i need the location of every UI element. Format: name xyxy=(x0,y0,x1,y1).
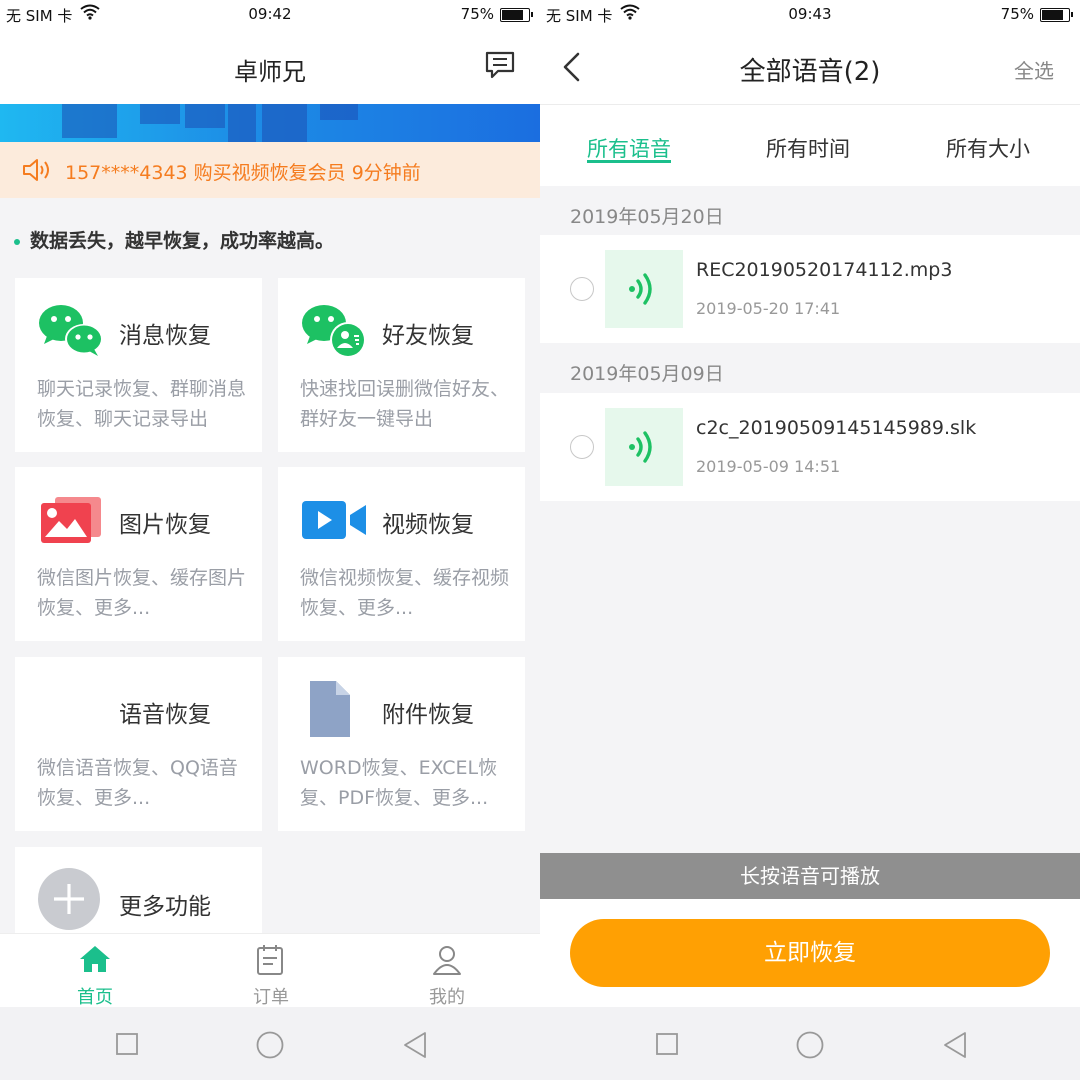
battery-icon xyxy=(500,8,533,22)
filter-all-voice[interactable]: 所有语音 xyxy=(587,133,671,163)
card-description: 微信语音恢复、QQ语音恢复、更多... xyxy=(37,757,238,809)
user-icon xyxy=(433,946,461,975)
clock: 09:43 xyxy=(788,5,832,23)
voice-list-screen: 无 SIM 卡 09:43 75% 全部语音(2) 全选 所有语音 所有时间 所… xyxy=(540,0,1080,1080)
home-circle-icon[interactable] xyxy=(256,1031,284,1059)
audio-thumbnail xyxy=(605,250,683,328)
recents-icon[interactable] xyxy=(656,1033,678,1055)
wechat-contact-icon xyxy=(302,305,366,358)
select-radio[interactable] xyxy=(570,435,594,459)
home-icon xyxy=(80,946,110,972)
app-title: 卓师兄 xyxy=(234,58,306,86)
date-label: 2019年05月09日 xyxy=(570,363,724,385)
active-filter-underline xyxy=(587,160,671,163)
order-icon xyxy=(257,945,283,975)
battery-percent: 75% xyxy=(1000,5,1034,23)
video-camera-icon xyxy=(302,501,366,539)
card-friend-recovery[interactable]: 好友恢复 快速找回误删微信好友、群好友一键导出 xyxy=(278,278,525,452)
system-nav-bar xyxy=(540,1007,1080,1080)
tip-text: 数据丢失，越早恢复，成功率越高。 xyxy=(14,226,334,253)
tab-orders[interactable]: 订单 xyxy=(211,934,331,1008)
photo-icon xyxy=(41,497,101,543)
back-triangle-icon[interactable] xyxy=(402,1031,428,1059)
promo-banner[interactable] xyxy=(0,104,540,142)
card-title: 更多功能 xyxy=(119,894,211,920)
date-label: 2019年05月20日 xyxy=(570,206,724,228)
back-triangle-icon[interactable] xyxy=(942,1031,968,1059)
tab-label: 我的 xyxy=(429,987,465,1008)
status-bar: 无 SIM 卡 09:43 75% xyxy=(540,0,1080,30)
file-time: 2019-05-09 14:51 xyxy=(696,457,841,476)
list-item[interactable]: REC20190520174112.mp3 2019-05-20 17:41 xyxy=(540,235,1080,343)
top-bar: 全部语音(2) 全选 xyxy=(540,30,1080,104)
home-circle-icon[interactable] xyxy=(796,1031,824,1059)
card-video-recovery[interactable]: 视频恢复 微信视频恢复、缓存视频恢复、更多... xyxy=(278,467,525,641)
file-icon xyxy=(310,681,350,737)
tab-label: 订单 xyxy=(253,987,289,1008)
card-more-features[interactable]: 更多功能 xyxy=(15,847,262,937)
file-name: REC20190520174112.mp3 xyxy=(696,259,953,281)
card-message-recovery[interactable]: 消息恢复 聊天记录恢复、群聊消息恢复、聊天记录导出 xyxy=(15,278,262,452)
tab-label: 首页 xyxy=(77,987,113,1008)
list-item[interactable]: c2c_20190509145145989.slk 2019-05-09 14:… xyxy=(540,393,1080,501)
audio-wave-icon xyxy=(629,431,652,463)
card-description: 微信图片恢复、缓存图片恢复、更多... xyxy=(37,567,247,619)
system-nav-bar xyxy=(0,1007,540,1080)
card-title: 视频恢复 xyxy=(382,512,474,538)
tab-profile[interactable]: 我的 xyxy=(387,934,507,1008)
bottom-action-area: 立即恢复 xyxy=(540,899,1080,1007)
battery-icon xyxy=(1040,8,1073,22)
card-title: 附件恢复 xyxy=(382,702,474,728)
filter-bar: 所有语音 所有时间 所有大小 xyxy=(540,104,1080,186)
card-description: WORD恢复、EXCEL恢复、PDF恢复、更多... xyxy=(300,757,498,809)
clock: 09:42 xyxy=(248,5,292,23)
audio-thumbnail xyxy=(605,408,683,486)
filter-all-time[interactable]: 所有时间 xyxy=(766,133,850,163)
card-title: 语音恢复 xyxy=(119,702,211,728)
page-title: 全部语音(2) xyxy=(739,57,881,87)
home-screen: 无 SIM 卡 09:42 75% 卓师兄 157****4343 购买视频恢复… xyxy=(0,0,540,1080)
tab-home[interactable]: 首页 xyxy=(35,934,155,1008)
bullet-dot xyxy=(14,238,20,245)
battery-percent: 75% xyxy=(460,5,494,23)
card-photo-recovery[interactable]: 图片恢复 微信图片恢复、缓存图片恢复、更多... xyxy=(15,467,262,641)
select-radio[interactable] xyxy=(570,277,594,301)
select-all-button[interactable]: 全选 xyxy=(1014,55,1054,84)
card-description: 聊天记录恢复、群聊消息恢复、聊天记录导出 xyxy=(37,378,247,430)
play-hint-bar: 长按语音可播放 xyxy=(540,853,1080,899)
recover-now-button[interactable]: 立即恢复 xyxy=(570,919,1050,987)
speaker-icon xyxy=(23,159,49,181)
card-voice-recovery[interactable]: 语音恢复 微信语音恢复、QQ语音恢复、更多... xyxy=(15,657,262,831)
message-icon[interactable] xyxy=(484,50,516,80)
notice-text: 157****4343 购买视频恢复会员 9分钟前 xyxy=(65,162,421,184)
plus-circle-icon xyxy=(38,868,100,930)
recents-icon[interactable] xyxy=(116,1033,138,1055)
status-bar: 无 SIM 卡 09:42 75% xyxy=(0,0,540,30)
file-name: c2c_20190509145145989.slk xyxy=(696,417,977,439)
card-title: 图片恢复 xyxy=(119,512,211,538)
date-header: 2019年05月09日 xyxy=(540,345,1080,393)
card-attachment-recovery[interactable]: 附件恢复 WORD恢复、EXCEL恢复、PDF恢复、更多... xyxy=(278,657,525,831)
card-description: 快速找回误删微信好友、群好友一键导出 xyxy=(300,378,510,430)
card-title: 好友恢复 xyxy=(382,323,474,349)
top-bar: 卓师兄 xyxy=(0,30,540,104)
bottom-tab-bar: 首页 订单 我的 xyxy=(0,933,540,1008)
file-time: 2019-05-20 17:41 xyxy=(696,299,841,318)
filter-all-size[interactable]: 所有大小 xyxy=(946,133,1030,163)
card-description: 微信视频恢复、缓存视频恢复、更多... xyxy=(300,567,510,619)
purchase-notice: 157****4343 购买视频恢复会员 9分钟前 xyxy=(0,142,540,198)
date-header: 2019年05月20日 xyxy=(540,188,1080,236)
voice-wave-icon xyxy=(38,689,98,731)
wechat-chat-icon xyxy=(39,305,103,356)
card-title: 消息恢复 xyxy=(119,323,211,349)
audio-wave-icon xyxy=(629,273,652,305)
